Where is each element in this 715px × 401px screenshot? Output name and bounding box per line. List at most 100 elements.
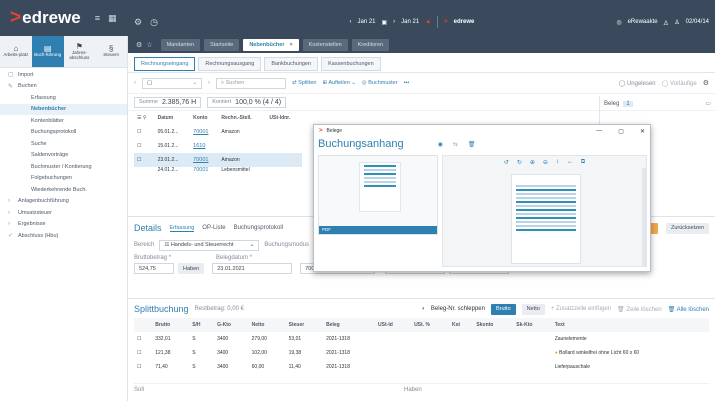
settings-icon[interactable]: ⚙ (703, 79, 709, 87)
nav-buchungsprotokoll[interactable]: Buchungsprotokoll (0, 127, 127, 139)
more-icon[interactable]: ••• (404, 80, 410, 86)
star-icon[interactable]: ☆ (146, 41, 152, 49)
user-icon[interactable]: ◎ (616, 19, 621, 26)
menu-icon[interactable]: ≡ (95, 13, 100, 23)
tab-startseite[interactable]: Startseite (204, 38, 240, 51)
row-checkbox[interactable]: ☐ (134, 332, 152, 346)
nav-abschluss[interactable]: ✓ Abschluss (Hbu) (0, 230, 127, 242)
details-tab-erfassung[interactable]: Erfassung (169, 225, 195, 232)
period-select[interactable]: ▢ ⌄ (142, 77, 202, 89)
nav-umsatzsteuer[interactable]: › Umsatzsteuer (0, 207, 127, 219)
date-from[interactable]: Jan 21 (357, 19, 375, 25)
next-period-icon[interactable]: › (393, 19, 395, 25)
table-row[interactable]: ☐ 15.01.2... 1610 (134, 139, 302, 153)
expand-icon[interactable]: ▭ (705, 100, 711, 107)
tab-kreditoren[interactable]: Kreditoren (351, 38, 390, 51)
details-tab-protokoll[interactable]: Buchungsprotokoll (234, 225, 283, 231)
nav-anlagenbuchfuehrung[interactable]: › Anlagenbuchführung (0, 196, 127, 208)
rotate-right-icon[interactable]: ↻ (517, 159, 522, 166)
haben-toggle[interactable]: Haben (178, 263, 205, 274)
table-row[interactable]: ☐ 332,01 S 3400 279,00 53,01 2021-1318 Zaunelem… (134, 332, 709, 346)
nav-import[interactable]: ▢ Import (0, 69, 127, 81)
buchmuster-button[interactable]: ◎ Buchmuster (362, 80, 398, 86)
nav-buchmuster[interactable]: Buchmuster / Kontierung (0, 161, 127, 173)
close-icon[interactable]: ✕ (640, 128, 645, 135)
row-checkbox[interactable]: ☐ (134, 125, 155, 139)
row-checkbox[interactable]: ☐ (134, 346, 152, 360)
open-external-icon[interactable]: ⧉ (581, 159, 585, 166)
nav-kontenblaetter[interactable]: Kontenblätter (0, 115, 127, 127)
table-row[interactable]: ☐ 121,38 S 3400 102,00 19,38 2021-1318 ● Bollar… (134, 346, 709, 360)
eye-icon[interactable]: ◉ (438, 141, 443, 148)
ungelesen-toggle[interactable]: ◯ Ungelesen (619, 80, 656, 87)
tab-mandanten[interactable]: Mandanten (160, 38, 201, 51)
nav-nebenbuecher[interactable]: Nebenbücher (0, 103, 127, 115)
settings-icon[interactable]: ⚙ (136, 41, 142, 49)
nav-suche[interactable]: Suche (0, 138, 127, 150)
warning-icon[interactable]: ▲ (425, 19, 431, 25)
aufteilen-button[interactable]: ⊞ Aufteilen ⌄ (323, 80, 356, 86)
toggle-icon[interactable]: ◖ (421, 306, 425, 312)
brutto-button[interactable]: Brutto (490, 303, 516, 315)
row-checkbox[interactable]: ☐ (134, 153, 155, 167)
nav-erfassung[interactable]: Erfassung (0, 92, 127, 104)
table-row[interactable]: ☐ 05.01.2... 70001 Amazon (134, 125, 302, 139)
chevron-right-icon[interactable]: › (208, 80, 210, 86)
add-line-button[interactable]: + Zusatzzeile einfügen (551, 306, 611, 312)
close-icon[interactable]: × (289, 42, 292, 48)
subtab-bankbuchungen[interactable]: Bankbuchungen (264, 57, 319, 71)
user-name[interactable]: eRewaakte (628, 19, 658, 25)
bruttobetrag-input[interactable]: 524,75 (134, 263, 174, 274)
rail-tab-buchfuehrung[interactable]: ▤ Buch-führung (31, 36, 64, 67)
zuruecksetzen-button[interactable]: Zurücksetzen (665, 222, 709, 234)
bereich-select[interactable]: ⚖ Handels- und Steuerrecht ⌄ (159, 239, 260, 251)
nav-ergebnisse[interactable]: › Ergebnisse (0, 219, 127, 231)
tab-nebenbuecher[interactable]: Nebenbücher × (243, 38, 299, 51)
nav-wiederkehrende[interactable]: Wiederkehrende Buch. (0, 184, 127, 196)
bell-icon[interactable]: ◬ (664, 19, 669, 26)
maximize-icon[interactable]: ▢ (618, 128, 624, 135)
document-thumbnail[interactable]: PDF (318, 155, 438, 235)
nav-folgebuchungen[interactable]: Folgebuchungen (0, 173, 127, 185)
subtab-kassenbuchungen[interactable]: Kassenbuchungen (321, 57, 381, 71)
nav-buchen[interactable]: ✎ Buchen (0, 81, 127, 93)
share-icon[interactable]: ⇆ (453, 141, 458, 148)
prev-period-icon[interactable]: ‹ (349, 19, 351, 25)
nav-saldenvortraege[interactable]: Saldenvorträge (0, 150, 127, 162)
rail-tab-jahresabschluss[interactable]: ⚑ Jahres-abschluss (64, 36, 96, 67)
table-row[interactable]: ☐ 71,40 S 3400 60,00 11,40 2021-1318 Lieferpaus… (134, 360, 709, 374)
table-row[interactable]: 24.01.2... 70001 Lebensmittel (134, 167, 302, 173)
belegdatum-input[interactable]: 23.01.2021 (212, 263, 293, 274)
clock-icon[interactable]: ◷ (150, 17, 158, 28)
search-input[interactable]: ⌕ Suchen (216, 77, 286, 89)
delete-all-button[interactable]: 🗑 Alle löschen (668, 306, 709, 313)
grid-icon[interactable]: ▦ (108, 13, 117, 24)
vorlaeufige-toggle[interactable]: ◯ Vorläufige (662, 80, 697, 87)
trash-icon[interactable]: 🗑 (468, 141, 476, 148)
rail-tab-arbeitsplatz[interactable]: ⌂ Arbeits-platz (0, 36, 32, 67)
subtab-rechnungsausgang[interactable]: Rechnungsausgang (198, 57, 262, 71)
rail-tab-steuern[interactable]: § Steuern (95, 36, 127, 67)
table-row-selected[interactable]: ☐ 23.01.2... 70001 Amazon (134, 153, 302, 167)
rotate-left-icon[interactable]: ↺ (504, 159, 509, 166)
scrollbar[interactable] (642, 168, 646, 267)
netto-button[interactable]: Netto (521, 303, 545, 315)
tab-kostenstellen[interactable]: Kostenstellen (302, 38, 348, 51)
details-tab-op-liste[interactable]: OP-Liste (202, 225, 225, 231)
settings-icon[interactable]: ⚙ (134, 17, 142, 28)
fit-width-icon[interactable]: ↔ (567, 159, 573, 165)
row-checkbox[interactable]: ☐ (134, 360, 152, 374)
calendar-icon[interactable]: ▣ (382, 19, 388, 26)
date-to[interactable]: Jan 21 (401, 19, 419, 25)
zoom-out-icon[interactable]: ⊖ (543, 159, 548, 166)
delete-line-button[interactable]: 🗑 Zeile löschen (617, 306, 662, 313)
fit-height-icon[interactable]: ↕ (556, 159, 559, 165)
chevron-left-icon[interactable]: ‹ (134, 80, 136, 86)
person-icon[interactable]: ♙ (674, 19, 679, 26)
split-button[interactable]: ⇄ Splitten (292, 80, 317, 86)
subtab-rechnungseingang[interactable]: Rechnungseingang (134, 57, 196, 71)
minimize-icon[interactable]: — (596, 128, 602, 134)
filter-icon[interactable]: ☰ ⚲ (134, 111, 155, 125)
zoom-in-icon[interactable]: ⊕ (530, 159, 535, 166)
row-checkbox[interactable]: ☐ (134, 139, 155, 153)
